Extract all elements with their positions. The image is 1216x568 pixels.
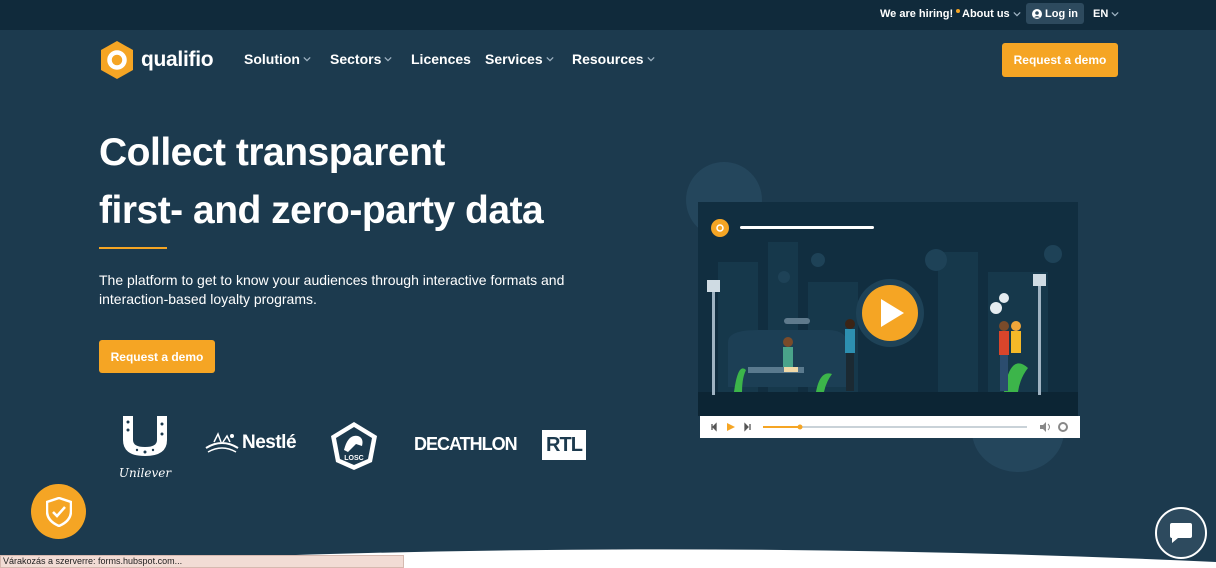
brand-nestle-logo: Nestlé [204, 430, 297, 456]
brand-losc-logo: LOSC [328, 420, 380, 472]
shield-check-icon [45, 496, 72, 527]
qualifio-logo-icon [101, 41, 133, 79]
logo-text: qualifio [141, 48, 214, 71]
nav-label: Resources [572, 51, 644, 67]
brand-decathlon-logo: DECATHLON [414, 434, 518, 455]
chevron-down-icon [646, 56, 655, 62]
brand-label: Nestlé [242, 432, 297, 453]
login-label: Log in [1045, 7, 1078, 20]
volume-icon [1040, 422, 1046, 432]
hero-title: Collect transparent first- and zero-part… [99, 124, 544, 240]
play-icon [727, 423, 735, 431]
language-label: EN [1093, 8, 1109, 20]
nav-solution[interactable]: Solution [244, 51, 311, 67]
nav-label: Services [485, 51, 543, 67]
chat-icon [1170, 523, 1192, 543]
brand-label: LOSC [344, 455, 364, 462]
chevron-down-icon [384, 56, 392, 62]
nav-label: Licences [411, 51, 471, 67]
chevron-down-icon [303, 56, 311, 62]
hero-divider [99, 247, 167, 249]
nav-sectors[interactable]: Sectors [330, 51, 392, 67]
nav-services[interactable]: Services [485, 51, 554, 67]
about-us-menu[interactable]: About us [962, 8, 1021, 20]
losc-shield-icon [331, 422, 377, 470]
nestle-nest-icon [205, 432, 239, 453]
video-controls [700, 416, 1080, 438]
logo[interactable]: qualifio [99, 40, 214, 80]
header-request-demo-button[interactable]: Request a demo [1002, 43, 1118, 77]
nav-label: Solution [244, 51, 300, 67]
chevron-down-icon [1013, 11, 1021, 17]
hero-title-line-2: first- and zero-party data [99, 189, 544, 232]
chevron-down-icon [1111, 11, 1119, 17]
chevron-down-icon [545, 56, 554, 62]
top-bar: We are hiring! About us Log in EN [0, 0, 1216, 30]
nav-licences[interactable]: Licences [411, 51, 471, 67]
hero-request-demo-button[interactable]: Request a demo [99, 340, 215, 373]
video-controls-graphic [711, 422, 1068, 432]
chat-button[interactable] [1155, 507, 1207, 559]
video-illustration [698, 202, 1078, 416]
unilever-u-icon [123, 416, 167, 456]
video-player[interactable] [698, 202, 1078, 416]
login-button[interactable]: Log in [1026, 3, 1084, 24]
hiring-dot [956, 9, 961, 13]
nav-resources[interactable]: Resources [572, 51, 655, 67]
hero-title-line-1: Collect transparent [99, 131, 445, 174]
hiring-label: We are hiring! [880, 8, 954, 20]
hero-subtitle: The platform to get to know your audienc… [99, 272, 565, 307]
brand-label: RTL [546, 433, 583, 456]
brand-unilever-logo: Unilever [117, 414, 173, 480]
hiring-link[interactable]: We are hiring! [880, 8, 961, 20]
language-selector[interactable]: EN [1093, 8, 1119, 20]
settings-icon [1058, 422, 1068, 432]
user-icon [1032, 8, 1042, 19]
nav-label: Sectors [330, 51, 382, 67]
brand-label: Unilever [118, 466, 172, 480]
about-us-label: About us [962, 8, 1010, 20]
browser-status-bar: Várakozás a szerverre: forms.hubspot.com… [0, 555, 404, 568]
brand-rtl-logo: RTL [542, 430, 586, 460]
brand-label: DECATHLON [414, 434, 518, 454]
privacy-shield-button[interactable] [31, 484, 86, 539]
